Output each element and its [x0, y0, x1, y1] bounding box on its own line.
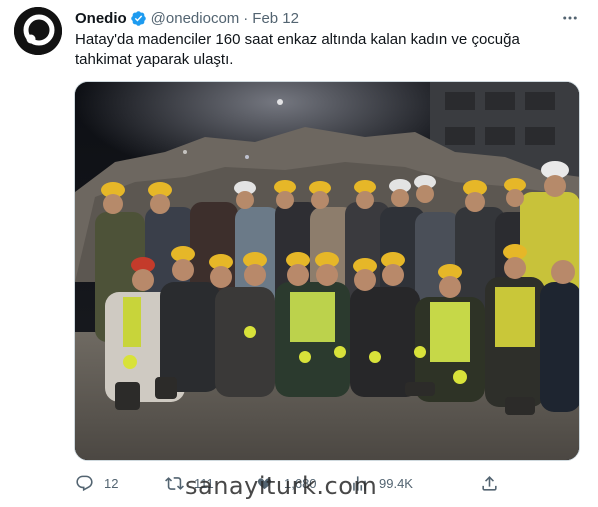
tweet-photo[interactable]: [74, 81, 580, 461]
tweet[interactable]: Onedio @onediocom · Feb 12 Hatay'da made…: [0, 0, 598, 507]
reply-button[interactable]: 12: [75, 472, 118, 494]
author-handle[interactable]: @onediocom: [151, 10, 240, 27]
separator: ·: [243, 9, 249, 27]
tweet-text-line: Hatay'da madenciler 160 saat enkaz altın…: [75, 31, 520, 48]
retweet-icon: [165, 476, 184, 490]
tweet-date[interactable]: Feb 12: [252, 10, 299, 27]
watermark: sanayiturk.com: [185, 472, 378, 500]
tweet-text-line: tahkimat yaparak ulaştı.: [75, 51, 234, 68]
more-button[interactable]: [560, 8, 580, 28]
reply-count: 12: [104, 475, 119, 491]
tweet-header: Onedio @onediocom · Feb 12: [75, 8, 299, 28]
onedio-logo: [14, 7, 62, 55]
avatar[interactable]: [14, 7, 62, 55]
verified-badge-icon: [130, 10, 146, 26]
share-icon: [482, 475, 497, 491]
miners-photo: [75, 82, 579, 460]
author-name[interactable]: Onedio: [75, 10, 127, 27]
share-button[interactable]: [480, 472, 499, 494]
reply-icon: [76, 475, 93, 491]
more-icon: [563, 16, 577, 20]
views-count: 99.4K: [379, 475, 413, 491]
tweet-text: Hatay'da madenciler 160 saat enkaz altın…: [75, 30, 555, 70]
